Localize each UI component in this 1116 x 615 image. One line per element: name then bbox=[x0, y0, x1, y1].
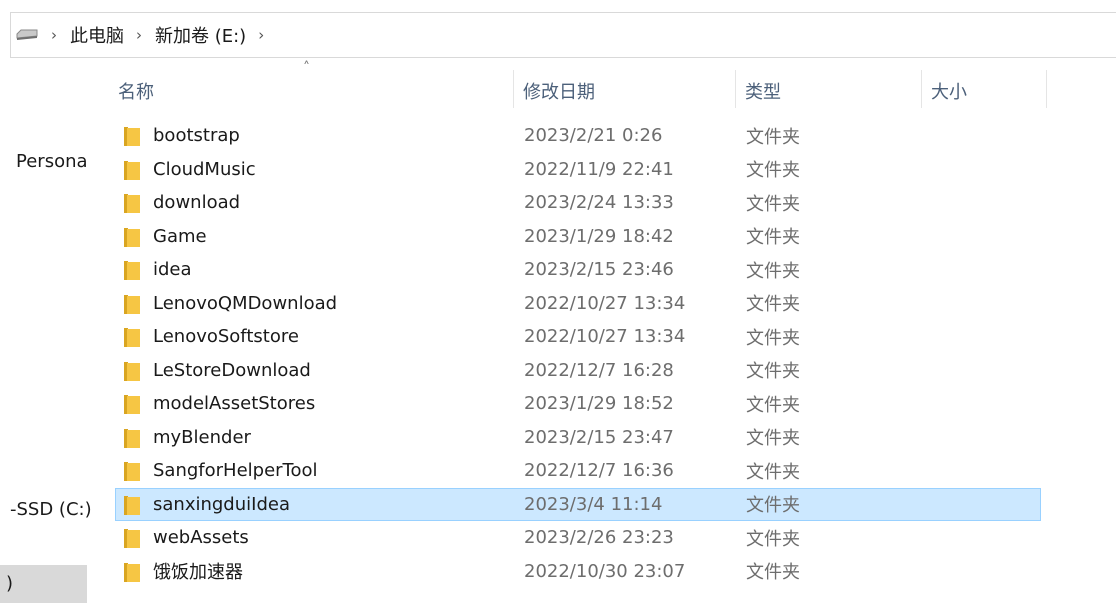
file-type: 文件夹 bbox=[746, 227, 800, 249]
file-modified-date: 2023/2/15 23:46 bbox=[524, 259, 674, 281]
file-name[interactable]: bootstrap bbox=[153, 125, 240, 146]
file-modified-date: 2023/1/29 18:52 bbox=[524, 393, 674, 415]
file-modified-date: 2023/2/24 13:33 bbox=[524, 192, 674, 214]
file-type: 文件夹 bbox=[746, 193, 800, 215]
file-name[interactable]: idea bbox=[153, 259, 192, 280]
file-row[interactable]: idea 2023/2/15 23:46 文件夹 bbox=[115, 253, 1041, 287]
file-row[interactable]: modelAssetStores 2023/1/29 18:52 文件夹 bbox=[115, 387, 1041, 421]
file-type: 文件夹 bbox=[746, 461, 800, 483]
file-list: bootstrap 2023/2/21 0:26 文件夹 CloudMusic 2022… bbox=[115, 119, 1041, 588]
nav-item-selected[interactable]: ) bbox=[0, 565, 87, 603]
file-row[interactable]: CloudMusic 2022/11/9 22:41 文件夹 bbox=[115, 153, 1041, 187]
column-header-date[interactable]: 修改日期 bbox=[523, 68, 735, 110]
file-modified-date: 2022/12/7 16:28 bbox=[524, 359, 674, 381]
file-row[interactable]: LeStoreDownload 2022/12/7 16:28 文件夹 bbox=[115, 354, 1041, 388]
chevron-right-icon[interactable]: › bbox=[51, 26, 57, 44]
chevron-right-icon[interactable]: › bbox=[136, 26, 142, 44]
file-type: 文件夹 bbox=[746, 327, 800, 349]
column-header-row: ˄ 名称 修改日期 类型 大小 bbox=[110, 60, 1050, 110]
file-modified-date: 2023/2/26 23:23 bbox=[524, 527, 674, 549]
folder-icon bbox=[124, 428, 140, 448]
file-type: 文件夹 bbox=[746, 260, 800, 282]
file-type: 文件夹 bbox=[746, 126, 800, 148]
folder-icon bbox=[124, 495, 140, 515]
folder-icon bbox=[124, 328, 140, 347]
file-type: 文件夹 bbox=[746, 562, 800, 584]
column-divider[interactable] bbox=[1046, 70, 1047, 108]
file-row[interactable]: myBlender 2023/2/15 23:47 文件夹 bbox=[115, 421, 1041, 455]
file-row[interactable]: SangforHelperTool 2022/12/7 16:36 文件夹 bbox=[115, 454, 1041, 488]
file-name[interactable]: 饿饭加速器 bbox=[153, 558, 243, 584]
file-name[interactable]: myBlender bbox=[153, 427, 251, 448]
file-row[interactable]: Game 2023/1/29 18:42 文件夹 bbox=[115, 220, 1041, 254]
folder-icon bbox=[124, 395, 140, 414]
file-modified-date: 2022/10/27 13:34 bbox=[524, 326, 686, 348]
file-type: 文件夹 bbox=[746, 294, 800, 316]
file-row[interactable]: LenovoSoftstore 2022/10/27 13:34 文件夹 bbox=[115, 320, 1041, 354]
file-row[interactable]: LenovoQMDownload 2022/10/27 13:34 文件夹 bbox=[115, 287, 1041, 321]
column-divider[interactable] bbox=[513, 70, 514, 108]
file-name[interactable]: Game bbox=[153, 226, 207, 247]
folder-icon bbox=[124, 361, 140, 381]
column-divider[interactable] bbox=[921, 70, 922, 108]
file-modified-date: 2023/2/21 0:26 bbox=[524, 125, 663, 147]
file-type: 文件夹 bbox=[746, 495, 800, 517]
file-name[interactable]: CloudMusic bbox=[153, 159, 256, 180]
file-modified-date: 2022/10/27 13:34 bbox=[524, 292, 686, 314]
file-modified-date: 2022/11/9 22:41 bbox=[524, 158, 674, 180]
folder-icon bbox=[124, 294, 140, 314]
column-divider[interactable] bbox=[735, 70, 736, 108]
file-row[interactable]: 饿饭加速器 2022/10/30 23:07 文件夹 bbox=[115, 555, 1041, 589]
column-header-name[interactable]: 名称 bbox=[118, 68, 513, 110]
nav-item-personal[interactable]: Persona bbox=[16, 151, 88, 172]
folder-icon bbox=[124, 127, 140, 146]
file-type: 文件夹 bbox=[746, 361, 800, 383]
file-modified-date: 2023/1/29 18:42 bbox=[524, 225, 674, 247]
nav-item-ssd-c[interactable]: -SSD (C:) bbox=[10, 499, 92, 520]
file-type: 文件夹 bbox=[746, 394, 800, 416]
file-modified-date: 2023/2/15 23:47 bbox=[524, 426, 674, 448]
file-type: 文件夹 bbox=[746, 428, 800, 450]
file-modified-date: 2022/12/7 16:36 bbox=[524, 460, 674, 482]
breadcrumb-this-pc[interactable]: 此电脑 bbox=[68, 22, 126, 48]
file-row[interactable]: download 2023/2/24 13:33 文件夹 bbox=[115, 186, 1041, 220]
file-type: 文件夹 bbox=[746, 160, 800, 182]
folder-icon bbox=[124, 462, 140, 481]
file-row[interactable]: webAssets 2023/2/26 23:23 文件夹 bbox=[115, 521, 1041, 555]
file-name[interactable]: LenovoQMDownload bbox=[153, 293, 337, 314]
file-modified-date: 2023/3/4 11:14 bbox=[524, 493, 663, 515]
file-name[interactable]: download bbox=[153, 192, 240, 213]
column-header-type[interactable]: 类型 bbox=[745, 68, 920, 110]
file-name[interactable]: modelAssetStores bbox=[153, 393, 315, 414]
navigation-pane: Persona -SSD (C:) ) bbox=[0, 59, 96, 615]
column-header-size[interactable]: 大小 bbox=[931, 68, 1041, 110]
file-name[interactable]: LenovoSoftstore bbox=[153, 326, 299, 347]
file-name[interactable]: webAssets bbox=[153, 527, 249, 548]
folder-icon bbox=[124, 227, 140, 247]
file-modified-date: 2022/10/30 23:07 bbox=[524, 560, 686, 582]
folder-icon bbox=[124, 194, 140, 213]
file-row[interactable]: bootstrap 2023/2/21 0:26 文件夹 bbox=[115, 119, 1041, 153]
folder-icon bbox=[124, 160, 140, 180]
file-row[interactable]: sanxingduiIdea 2023/3/4 11:14 文件夹 bbox=[115, 487, 1041, 521]
breadcrumb-volume-e[interactable]: 新加卷 (E:) bbox=[153, 22, 248, 48]
file-type: 文件夹 bbox=[746, 528, 800, 550]
file-name[interactable]: SangforHelperTool bbox=[153, 460, 318, 481]
folder-icon bbox=[124, 562, 140, 582]
folder-icon bbox=[124, 529, 140, 548]
address-bar[interactable]: › 此电脑 › 新加卷 (E:) › bbox=[10, 12, 1116, 58]
drive-icon bbox=[15, 25, 41, 45]
file-name[interactable]: LeStoreDownload bbox=[153, 360, 311, 381]
file-name[interactable]: sanxingduiIdea bbox=[153, 494, 290, 515]
chevron-right-icon[interactable]: › bbox=[258, 26, 264, 44]
nav-item-selected-label: ) bbox=[6, 573, 14, 594]
folder-icon bbox=[124, 261, 140, 280]
